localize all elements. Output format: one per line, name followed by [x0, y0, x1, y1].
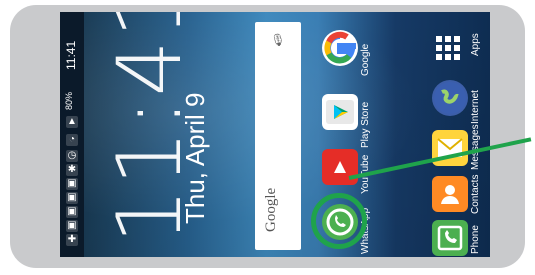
app-label-google: Google — [360, 43, 371, 76]
search-bar-brand: Google — [263, 187, 279, 232]
mic-icon[interactable]: 🎙 — [270, 32, 286, 48]
bluetooth-icon: ✱ — [66, 164, 78, 176]
google-icon — [322, 30, 358, 66]
internet-globe-icon — [432, 80, 468, 116]
app-label-contacts: Contacts — [470, 174, 481, 214]
download-icon: ✚ — [66, 234, 78, 246]
app-label-apps: Apps — [470, 33, 481, 56]
app-label-internet: Internet — [470, 90, 481, 124]
date-widget[interactable]: Thu, April 9 — [180, 92, 211, 224]
battery-percent: 80% — [64, 91, 74, 110]
wifi-icon: ◔ — [66, 134, 78, 146]
apps-grid-icon — [432, 30, 468, 66]
status-bar: 11:41 80% ▲ ◔ ◷ ✱ ▣ ▣ ▣ ▣ ✚ — [60, 12, 84, 257]
alarm-icon: ◷ — [66, 150, 78, 162]
play-store-icon — [322, 94, 358, 130]
notification-icon: ▣ — [66, 220, 78, 232]
status-time: 11:41 — [64, 40, 78, 70]
phone-screen: 11:41 80% ▲ ◔ ◷ ✱ ▣ ▣ ▣ ▣ ✚ 11:41 Thu, A… — [60, 12, 490, 257]
contacts-icon — [432, 176, 468, 212]
signal-icon: ▲ — [66, 116, 78, 128]
highlight-circle — [311, 193, 367, 249]
app-label-phone: Phone — [470, 225, 481, 254]
notification-icon: ▣ — [66, 206, 78, 218]
youtube-icon — [322, 149, 358, 185]
notification-icon: ▣ — [66, 192, 78, 204]
notification-icon: ▣ — [66, 178, 78, 190]
app-label-play-store: Play Store — [360, 101, 371, 148]
phone-icon — [432, 220, 468, 256]
